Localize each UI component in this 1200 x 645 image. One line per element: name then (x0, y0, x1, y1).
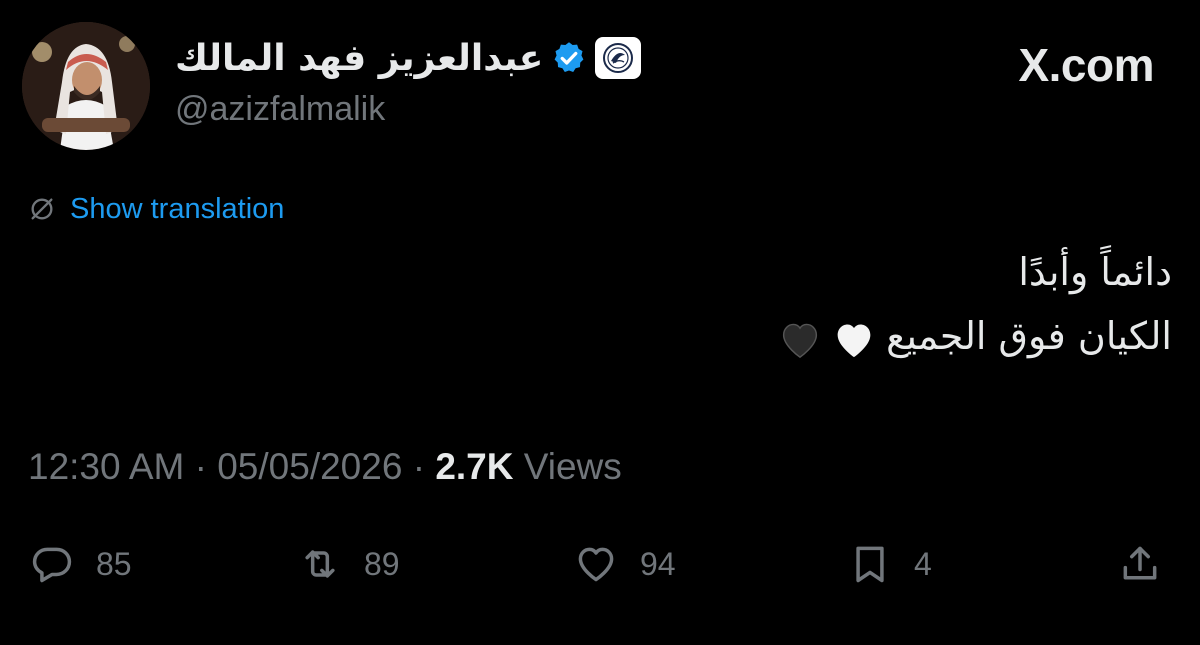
action-bar: 85 89 94 4 (0, 532, 1200, 596)
tweet-meta: 12:30 AM · 05/05/2026 · 2.7K Views (28, 446, 622, 488)
club-logo-badge (595, 37, 642, 79)
heart-outline-icon (578, 547, 614, 582)
tweet-text-line-1: دائماً وأبدًا (1018, 250, 1172, 294)
tweet-card: عبدالعزيز فهد المالك @azizfalmalik X.com… (0, 0, 1200, 645)
views-label: Views (523, 446, 622, 487)
meta-separator-2: · (412, 446, 426, 487)
like-count: 94 (640, 545, 676, 582)
bookmark-count: 4 (914, 545, 932, 582)
reply-button[interactable]: 85 (30, 532, 132, 596)
share-icon (1123, 546, 1157, 580)
tweet-date[interactable]: 05/05/2026 (217, 446, 402, 487)
tweet-time[interactable]: 12:30 AM (28, 446, 184, 487)
show-translation-button[interactable]: Show translation (28, 192, 284, 226)
repost-count: 89 (364, 545, 400, 582)
bookmark-icon (856, 546, 884, 583)
avatar[interactable] (22, 22, 150, 150)
meta-separator-1: · (194, 446, 207, 487)
share-button[interactable] (1118, 532, 1162, 596)
repost-icon (305, 550, 335, 578)
like-button[interactable]: 94 (574, 532, 676, 596)
tweet-text: دائماً وأبدًا الكيان فوق الجميع (72, 240, 1172, 368)
white-heart-icon (837, 323, 871, 357)
verified-badge-icon (554, 42, 584, 72)
name-row: عبدالعزيز فهد المالك (175, 36, 642, 80)
reply-icon (32, 547, 72, 583)
display-name[interactable]: عبدالعزيز فهد المالك (175, 38, 543, 79)
globe-slash-icon (31, 198, 53, 220)
avatar-image (22, 22, 150, 150)
repost-button[interactable]: 89 (298, 532, 400, 596)
bookmark-button[interactable]: 4 (848, 532, 932, 596)
heart-emoji-group (778, 319, 876, 359)
views-count[interactable]: 2.7K (435, 446, 513, 487)
reply-count: 85 (96, 545, 132, 582)
tweet-text-line-2-row: الكيان فوق الجميع (72, 304, 1172, 368)
site-logo: X.com (1018, 39, 1154, 91)
black-heart-icon (783, 323, 818, 358)
club-logo-icon (603, 43, 634, 73)
show-translation-label: Show translation (70, 192, 285, 225)
tweet-text-line-2: الكيان فوق الجميع (886, 314, 1172, 358)
user-handle[interactable]: @azizfalmalik (175, 90, 385, 129)
